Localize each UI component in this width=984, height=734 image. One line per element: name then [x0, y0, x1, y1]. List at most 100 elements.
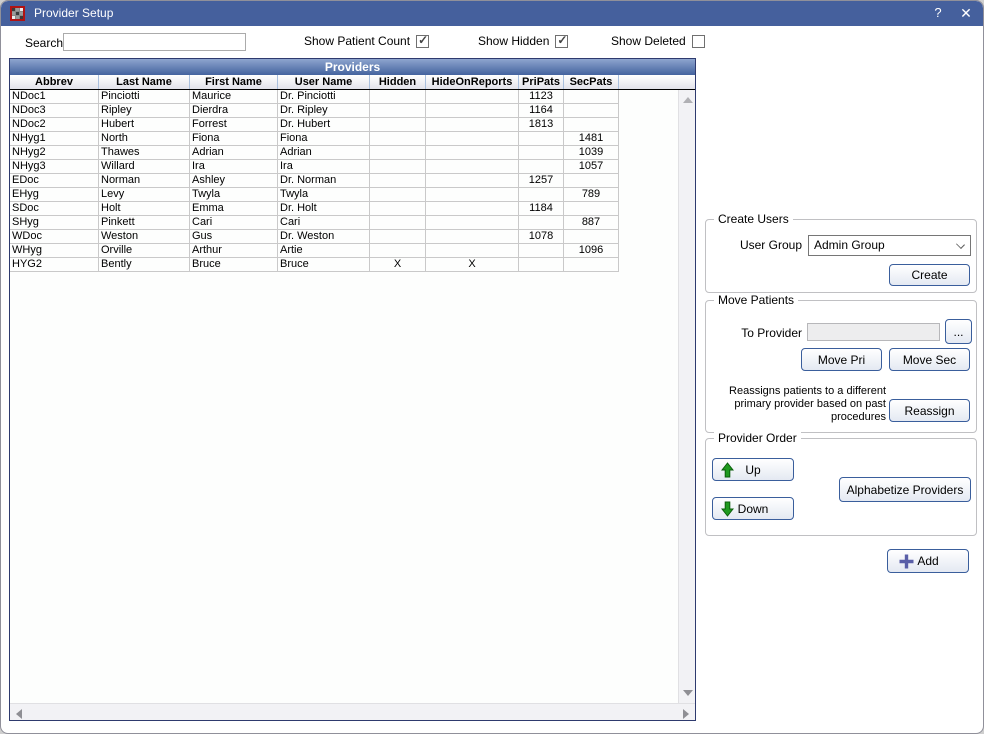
cell: EDoc — [10, 174, 99, 188]
cell — [370, 104, 426, 118]
move-patients-title: Move Patients — [714, 293, 798, 307]
cell: Weston — [99, 230, 190, 244]
cell: 1123 — [519, 90, 564, 104]
show-patient-count-checkbox[interactable]: Show Patient Count — [304, 34, 429, 48]
user-group-value: Admin Group — [814, 238, 885, 252]
table-row[interactable]: NDoc2HubertForrestDr. Hubert1813 — [10, 118, 678, 132]
browse-provider-button[interactable]: ... — [945, 319, 972, 344]
cell — [370, 174, 426, 188]
cell: WDoc — [10, 230, 99, 244]
cell: Ira — [190, 160, 278, 174]
cell — [370, 132, 426, 146]
move-patients-group: Move Patients To Provider ... Move Pri M… — [705, 300, 977, 433]
scroll-up-icon[interactable] — [683, 97, 693, 103]
cell: SDoc — [10, 202, 99, 216]
cell: NDoc2 — [10, 118, 99, 132]
cell — [426, 174, 519, 188]
cell: North — [99, 132, 190, 146]
cell — [426, 202, 519, 216]
cell: Pinkett — [99, 216, 190, 230]
search-input[interactable] — [63, 33, 246, 51]
cell: 1057 — [564, 160, 619, 174]
cell: NHyg1 — [10, 132, 99, 146]
column-header-secpats[interactable]: SecPats — [564, 75, 619, 89]
cell — [370, 202, 426, 216]
column-header-last-name[interactable]: Last Name — [99, 75, 190, 89]
create-button[interactable]: Create — [889, 264, 970, 286]
user-group-dropdown[interactable]: Admin Group — [808, 235, 971, 256]
add-provider-button[interactable]: Add — [887, 549, 969, 573]
cell: Orville — [99, 244, 190, 258]
table-row[interactable]: NDoc1PinciottiMauriceDr. Pinciotti1123 — [10, 90, 678, 104]
cell — [564, 230, 619, 244]
horizontal-scrollbar[interactable] — [10, 703, 695, 720]
column-header-user-name[interactable]: User Name — [278, 75, 370, 89]
cell: NHyg3 — [10, 160, 99, 174]
table-row[interactable]: NHyg1NorthFionaFiona1481 — [10, 132, 678, 146]
to-provider-label: To Provider — [706, 326, 802, 340]
scroll-left-icon[interactable] — [16, 709, 22, 719]
table-row[interactable]: EHygLevyTwylaTwyla789 — [10, 188, 678, 202]
cell: 887 — [564, 216, 619, 230]
table-row[interactable]: SDocHoltEmmaDr. Holt1184 — [10, 202, 678, 216]
cell: Dr. Holt — [278, 202, 370, 216]
user-group-label: User Group — [706, 238, 802, 252]
cell: Ripley — [99, 104, 190, 118]
checkbox-box[interactable] — [416, 35, 429, 48]
show-hidden-checkbox[interactable]: Show Hidden — [478, 34, 568, 48]
vertical-scrollbar[interactable] — [678, 90, 695, 703]
cell: Twyla — [190, 188, 278, 202]
cell — [370, 230, 426, 244]
move-down-button[interactable]: Down — [712, 497, 794, 520]
help-button[interactable]: ? — [927, 4, 949, 22]
alphabetize-providers-button[interactable]: Alphabetize Providers — [839, 477, 971, 502]
move-pri-button[interactable]: Move Pri — [801, 348, 882, 371]
checkbox-box[interactable] — [555, 35, 568, 48]
grid-header-row: AbbrevLast NameFirst NameUser NameHidden… — [10, 75, 695, 90]
cell: 1078 — [519, 230, 564, 244]
table-row[interactable]: NDoc3RipleyDierdraDr. Ripley1164 — [10, 104, 678, 118]
cell: Hubert — [99, 118, 190, 132]
reassign-button[interactable]: Reassign — [889, 399, 970, 422]
scroll-right-icon[interactable] — [683, 709, 689, 719]
column-header-first-name[interactable]: First Name — [190, 75, 278, 89]
cell: Ira — [278, 160, 370, 174]
cell: WHyg — [10, 244, 99, 258]
cell — [426, 132, 519, 146]
cell: Gus — [190, 230, 278, 244]
show-hidden-label: Show Hidden — [478, 34, 549, 48]
table-row[interactable]: WDocWestonGusDr. Weston1078 — [10, 230, 678, 244]
cell: Bently — [99, 258, 190, 272]
table-row[interactable]: HYG2BentlyBruceBruceXX — [10, 258, 678, 272]
column-header-hidden[interactable]: Hidden — [370, 75, 426, 89]
move-up-button[interactable]: Up — [712, 458, 794, 481]
table-row[interactable]: NHyg2ThawesAdrianAdrian1039 — [10, 146, 678, 160]
column-header-hideonreports[interactable]: HideOnReports — [426, 75, 519, 89]
plus-icon — [898, 553, 915, 570]
cell: Adrian — [278, 146, 370, 160]
cell — [426, 188, 519, 202]
cell — [519, 146, 564, 160]
table-row[interactable]: SHygPinkettCariCari887 — [10, 216, 678, 230]
table-row[interactable]: EDocNormanAshleyDr. Norman1257 — [10, 174, 678, 188]
create-button-label: Create — [911, 268, 947, 282]
to-provider-input[interactable] — [807, 323, 940, 341]
grid-caption: Providers — [10, 59, 695, 75]
show-deleted-checkbox[interactable]: Show Deleted — [611, 34, 705, 48]
table-row[interactable]: WHygOrvilleArthurArtie1096 — [10, 244, 678, 258]
cell: Levy — [99, 188, 190, 202]
table-row[interactable]: NHyg3WillardIraIra1057 — [10, 160, 678, 174]
cell — [426, 230, 519, 244]
scroll-down-icon[interactable] — [683, 690, 693, 696]
move-sec-button[interactable]: Move Sec — [889, 348, 970, 371]
cell — [519, 244, 564, 258]
cell: Cari — [278, 216, 370, 230]
cell: Bruce — [278, 258, 370, 272]
column-header-pripats[interactable]: PriPats — [519, 75, 564, 89]
cell — [426, 90, 519, 104]
close-button[interactable]: ✕ — [955, 4, 977, 22]
cell — [564, 202, 619, 216]
cell: 1096 — [564, 244, 619, 258]
column-header-abbrev[interactable]: Abbrev — [10, 75, 99, 89]
checkbox-box[interactable] — [692, 35, 705, 48]
